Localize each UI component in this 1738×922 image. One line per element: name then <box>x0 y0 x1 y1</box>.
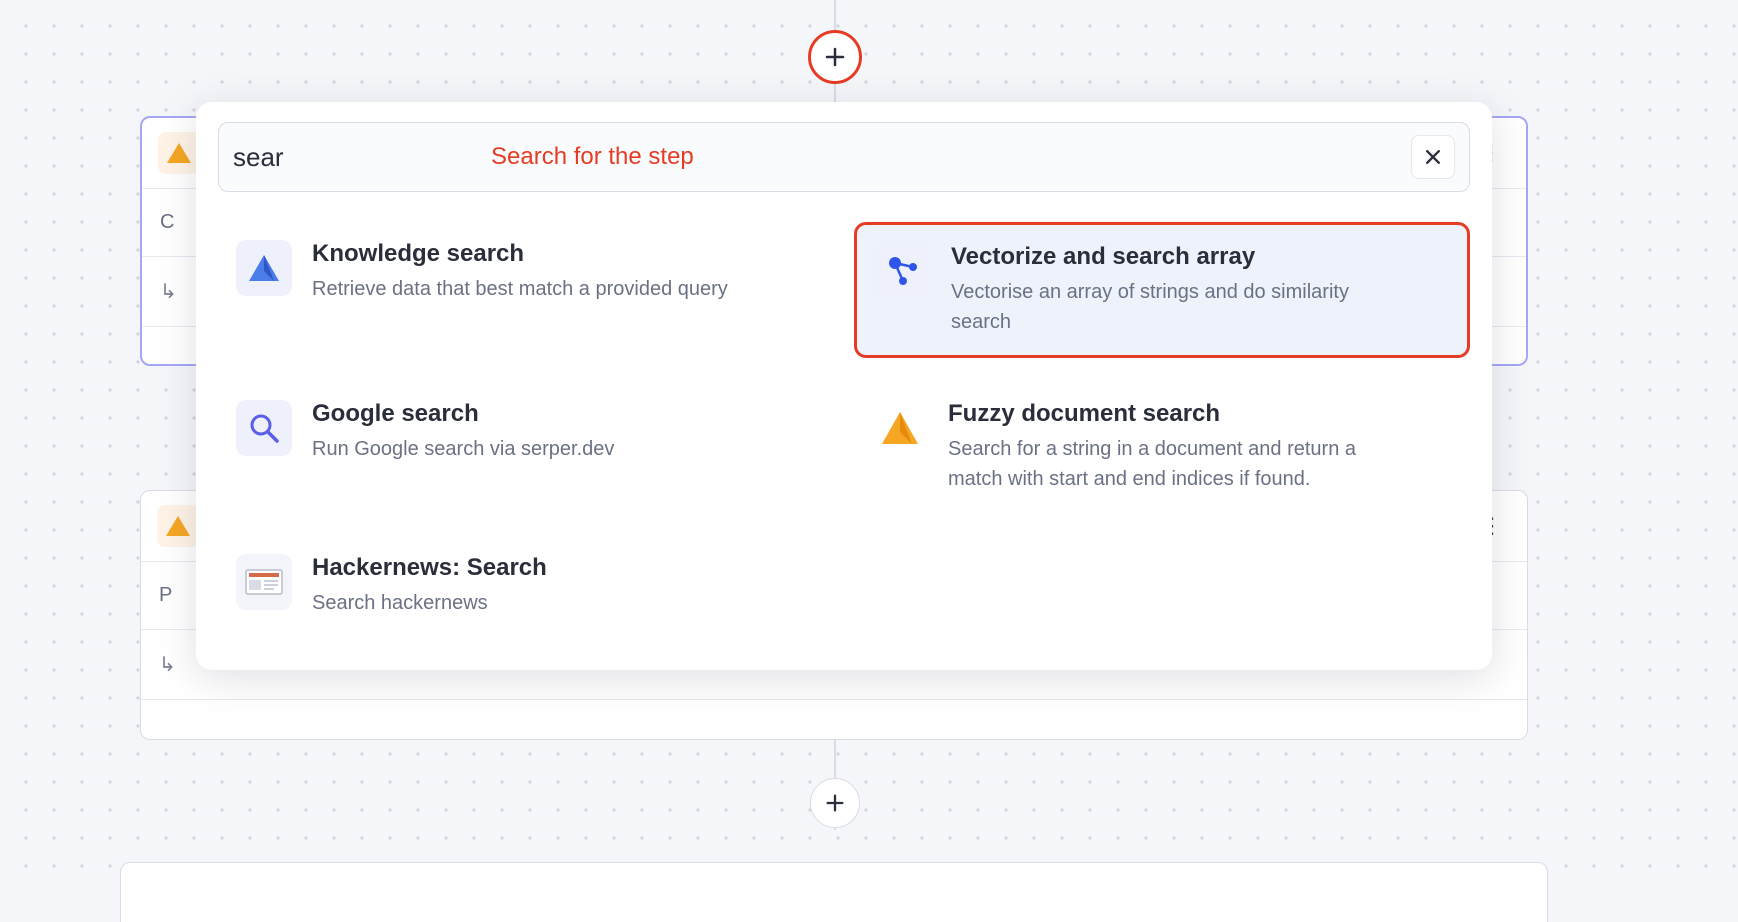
result-vectorize-search-array[interactable]: Vectorize and search array Vectorise an … <box>854 222 1470 358</box>
result-fuzzy-document-search[interactable]: Fuzzy document search Search for a strin… <box>854 382 1470 512</box>
pyramid-icon <box>158 132 200 174</box>
plus-icon <box>823 45 847 69</box>
row-placeholder: C <box>160 211 174 234</box>
result-hackernews-search[interactable]: Hackernews: Search Search hackernews <box>218 536 834 636</box>
result-google-search[interactable]: Google search Run Google search via serp… <box>218 382 834 512</box>
return-arrow-icon: ↳ <box>159 652 176 677</box>
search-bar[interactable]: Search for the step <box>218 122 1470 192</box>
result-title: Knowledge search <box>312 240 728 268</box>
row-placeholder: P <box>159 584 172 607</box>
close-icon <box>1423 147 1443 167</box>
pyramid-icon <box>157 505 199 547</box>
magnifier-icon <box>236 400 292 456</box>
result-description: Retrieve data that best match a provided… <box>312 274 728 304</box>
result-title: Vectorize and search array <box>951 243 1371 271</box>
workflow-step-card[interactable] <box>120 862 1548 922</box>
result-title: Google search <box>312 400 614 428</box>
result-description: Vectorise an array of strings and do sim… <box>951 277 1371 337</box>
result-description: Search hackernews <box>312 588 547 618</box>
search-input[interactable] <box>233 142 473 173</box>
pyramid-blue-icon <box>236 240 292 296</box>
result-title: Fuzzy document search <box>948 400 1368 428</box>
step-search-panel: Search for the step Knowledge search Ret… <box>196 102 1492 670</box>
search-results-grid: Knowledge search Retrieve data that best… <box>218 222 1470 636</box>
newspaper-icon <box>236 554 292 610</box>
add-step-button-top[interactable] <box>808 30 862 84</box>
clear-search-button[interactable] <box>1411 135 1455 179</box>
result-knowledge-search[interactable]: Knowledge search Retrieve data that best… <box>218 222 834 358</box>
plus-icon <box>824 792 846 814</box>
return-arrow-icon: ↳ <box>160 279 177 304</box>
search-hint-label: Search for the step <box>491 143 694 171</box>
result-title: Hackernews: Search <box>312 554 547 582</box>
result-description: Run Google search via serper.dev <box>312 434 614 464</box>
result-description: Search for a string in a document and re… <box>948 434 1368 494</box>
add-step-button-bottom[interactable] <box>810 778 860 828</box>
graph-icon <box>875 243 931 299</box>
pyramid-orange-icon <box>872 400 928 456</box>
